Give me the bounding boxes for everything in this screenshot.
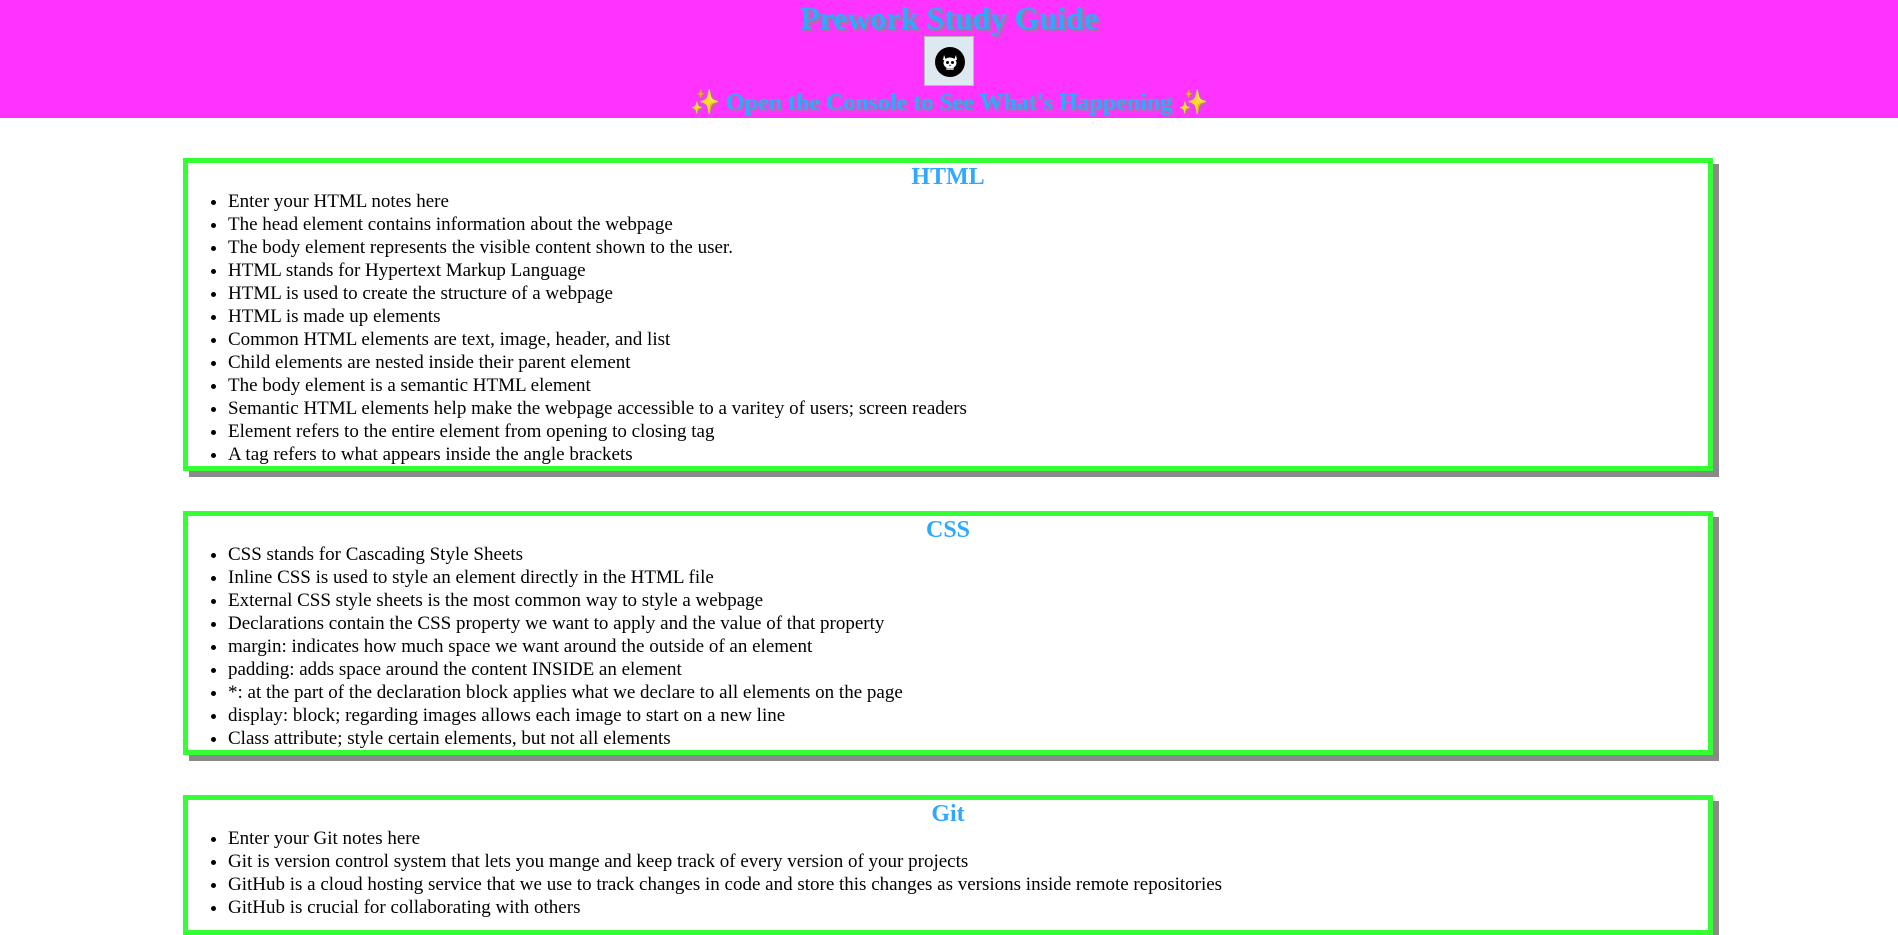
list-item: GitHub is a cloud hosting service that w… bbox=[228, 873, 1708, 896]
section-title: HTML bbox=[911, 164, 985, 190]
notes-list: CSS stands for Cascading Style Sheets In… bbox=[188, 543, 1708, 750]
list-item: Child elements are nested inside their p… bbox=[228, 351, 1708, 374]
list-item: A tag refers to what appears inside the … bbox=[228, 443, 1708, 466]
list-item: HTML is used to create the structure of … bbox=[228, 282, 1708, 305]
list-item: Git is version control system that lets … bbox=[228, 850, 1708, 873]
list-item: Common HTML elements are text, image, he… bbox=[228, 328, 1708, 351]
list-item: margin: indicates how much space we want… bbox=[228, 635, 1708, 658]
page-title: Prework Study Guide bbox=[799, 0, 1099, 36]
list-item: The head element contains information ab… bbox=[228, 213, 1708, 236]
avatar bbox=[924, 36, 974, 86]
notes-list: Enter your Git notes here Git is version… bbox=[188, 827, 1708, 919]
list-item: External CSS style sheets is the most co… bbox=[228, 589, 1708, 612]
list-item: *: at the part of the declaration block … bbox=[228, 681, 1708, 704]
list-item: The body element is a semantic HTML elem… bbox=[228, 374, 1708, 397]
list-item: Element refers to the entire element fro… bbox=[228, 420, 1708, 443]
page-header: Prework Study Guide ✨ Open the Console t… bbox=[0, 0, 1898, 118]
list-item: Enter your Git notes here bbox=[228, 827, 1708, 850]
list-item: CSS stands for Cascading Style Sheets bbox=[228, 543, 1708, 566]
cat-skull-icon bbox=[935, 47, 965, 77]
list-item: HTML stands for Hypertext Markup Languag… bbox=[228, 259, 1708, 282]
list-item: Declarations contain the CSS property we… bbox=[228, 612, 1708, 635]
list-item: GitHub is crucial for collaborating with… bbox=[228, 896, 1708, 919]
list-item: HTML is made up elements bbox=[228, 305, 1708, 328]
section-title: CSS bbox=[925, 517, 971, 543]
list-item: Class attribute; style certain elements,… bbox=[228, 727, 1708, 750]
list-item: padding: adds space around the content I… bbox=[228, 658, 1708, 681]
section-html: HTML Enter your HTML notes here The head… bbox=[183, 158, 1713, 471]
section-git: Git Enter your Git notes here Git is ver… bbox=[183, 795, 1713, 935]
list-item: The body element represents the visible … bbox=[228, 236, 1708, 259]
list-item: display: block; regarding images allows … bbox=[228, 704, 1708, 727]
list-item: Inline CSS is used to style an element d… bbox=[228, 566, 1708, 589]
console-hint: ✨ Open the Console to See What's Happeni… bbox=[689, 90, 1209, 116]
section-css: CSS CSS stands for Cascading Style Sheet… bbox=[183, 511, 1713, 755]
list-item: Semantic HTML elements help make the web… bbox=[228, 397, 1708, 420]
list-item: Enter your HTML notes here bbox=[228, 190, 1708, 213]
notes-list: Enter your HTML notes here The head elem… bbox=[188, 190, 1708, 466]
section-title: Git bbox=[931, 801, 965, 827]
